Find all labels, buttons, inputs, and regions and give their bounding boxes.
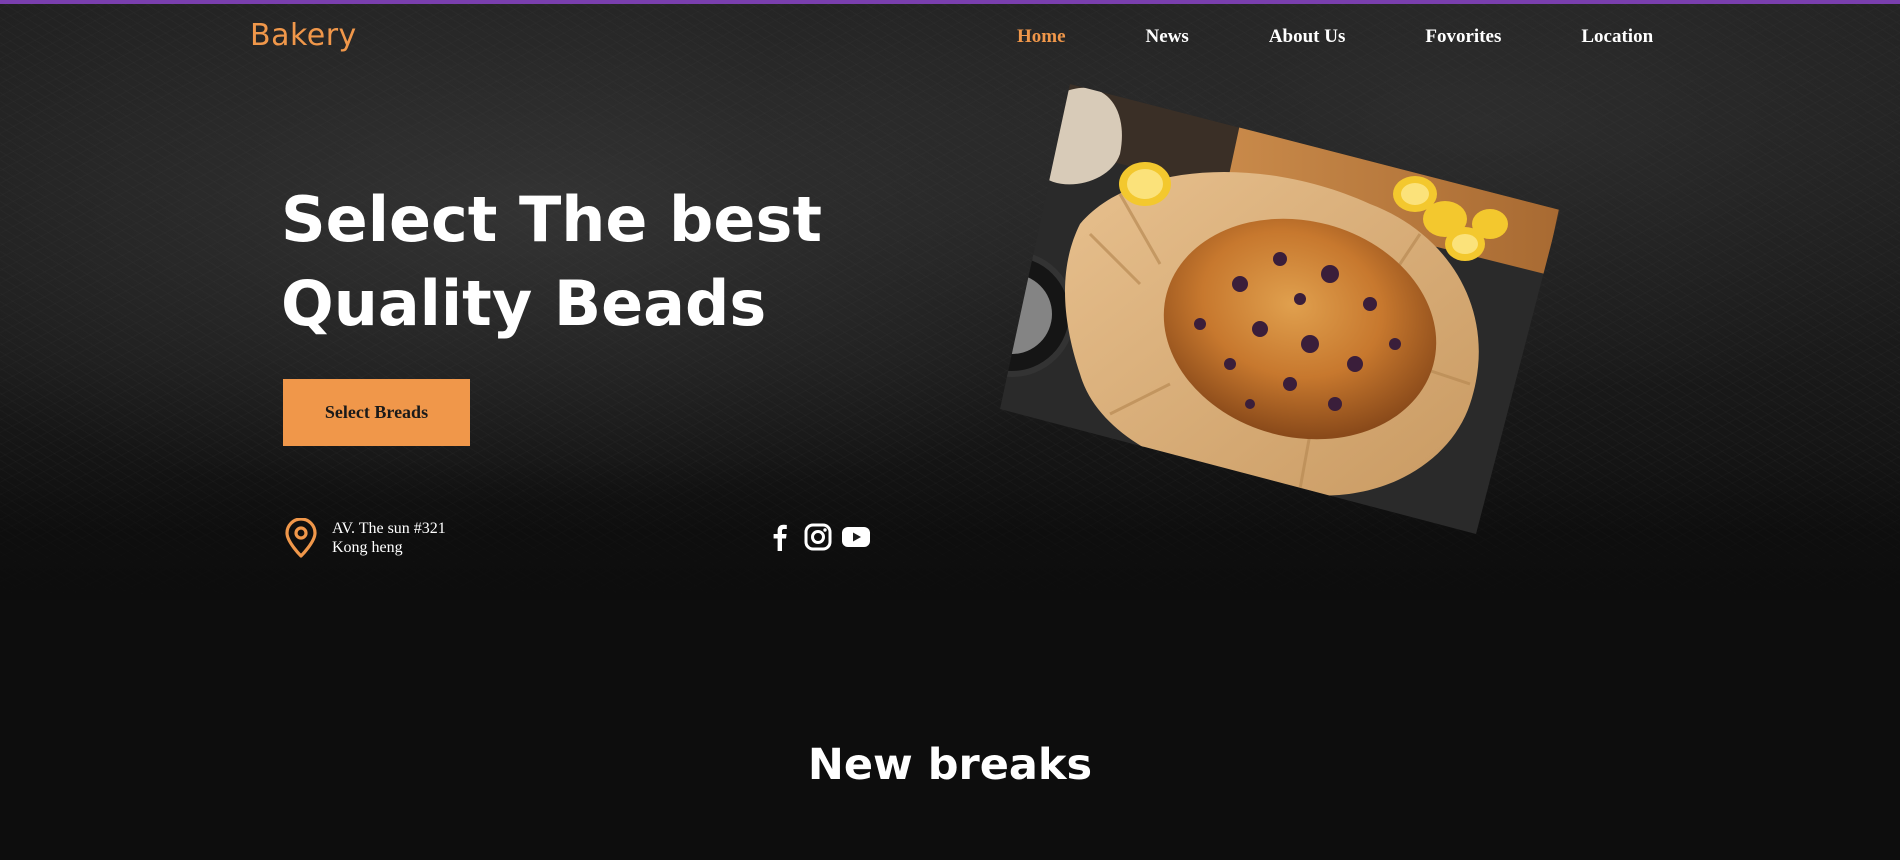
hero-headline-line1: Select The best [281,183,823,256]
nav-item-news[interactable]: News [1146,26,1189,48]
social-links [766,521,870,553]
address-block: AV. The sun #321 Kong heng [283,517,446,558]
logo[interactable]: Bakery [250,18,357,53]
address-line2: Kong heng [332,539,403,556]
facebook-icon[interactable] [766,521,794,553]
blueberry-cake-photo [1000,84,1560,534]
nav-item-about-us[interactable]: About Us [1269,26,1346,48]
instagram-icon[interactable] [804,521,832,553]
nav-item-location[interactable]: Location [1581,26,1653,48]
address-line1: AV. The sun #321 [332,520,446,537]
location-pin-icon [283,517,319,558]
new-breaks-title: New breaks [807,740,1093,790]
main-nav: Home News About Us Fovorites Location [1017,26,1653,48]
hero-headline: Select The best Quality Beads [281,178,841,346]
address-text: AV. The sun #321 Kong heng [332,519,446,557]
page: Bakery Home News About Us Fovorites Loca… [0,0,1900,860]
hero-headline-line2: Quality Beads [281,267,767,340]
youtube-icon[interactable] [842,521,870,553]
select-breads-button[interactable]: Select Breads [283,379,470,446]
nav-item-home[interactable]: Home [1017,26,1066,48]
nav-item-favorites[interactable]: Fovorites [1425,26,1501,48]
